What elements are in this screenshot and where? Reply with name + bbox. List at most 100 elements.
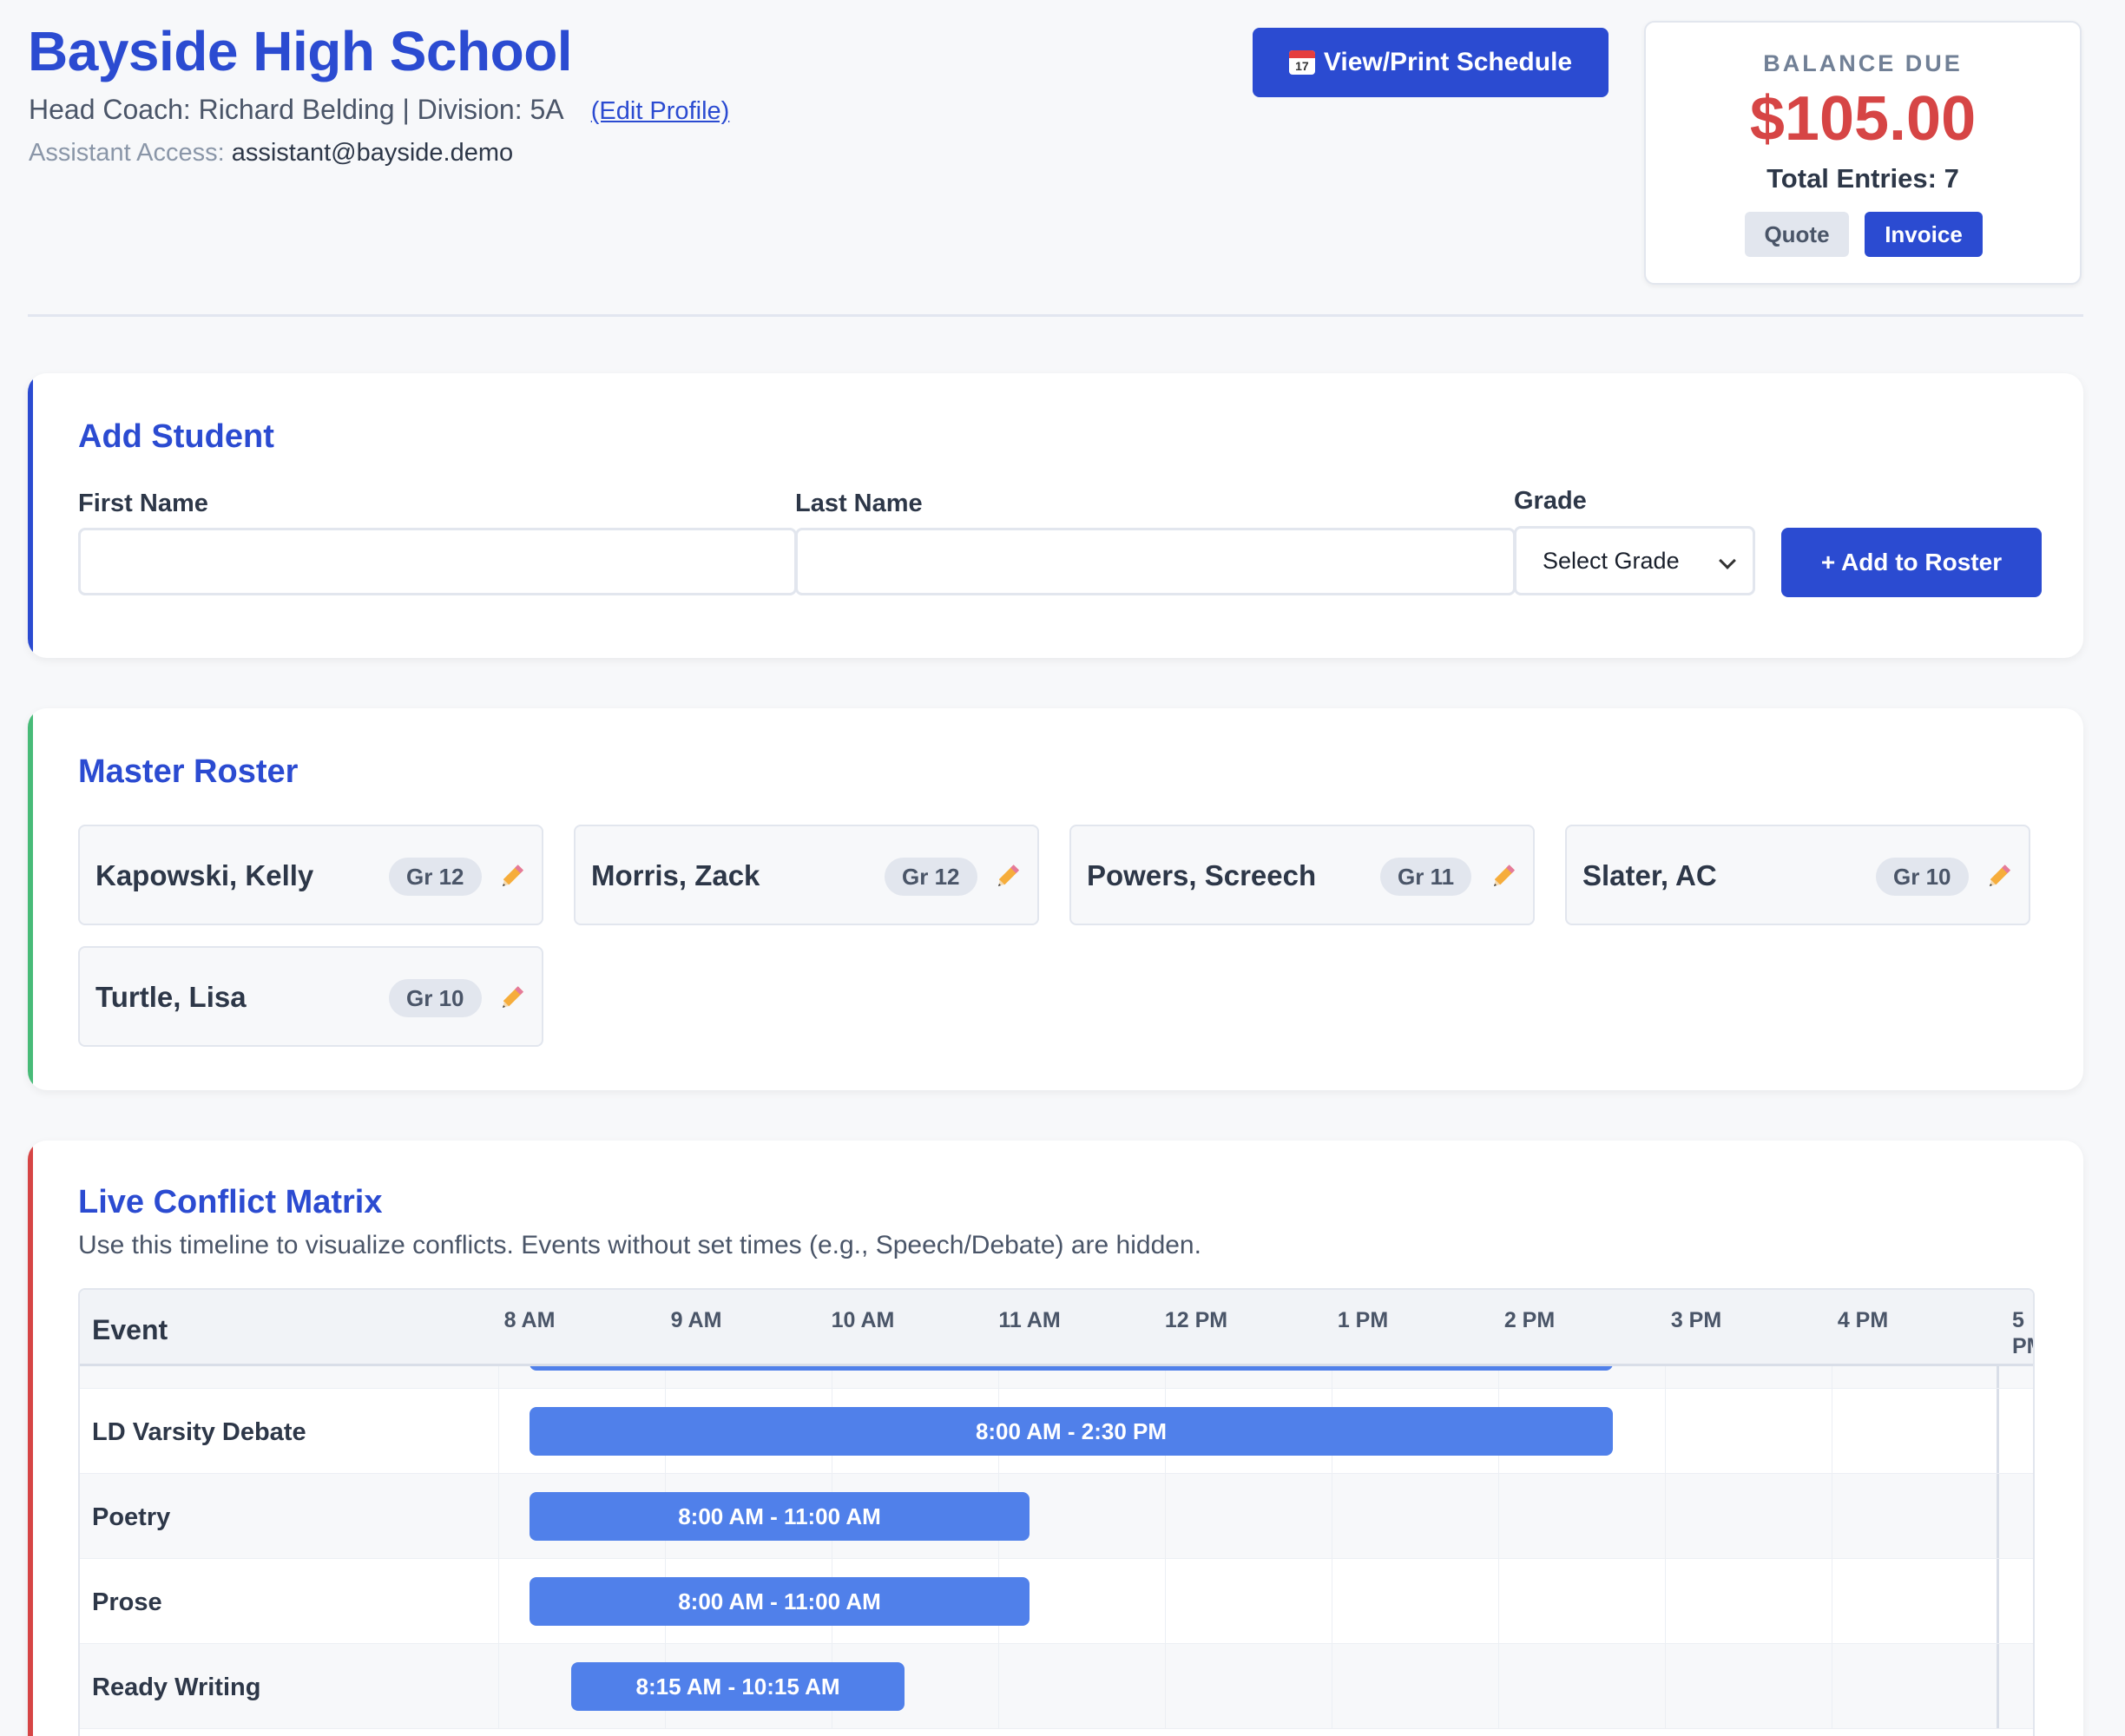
student-name: Morris, Zack — [591, 859, 760, 891]
event-time-bar[interactable]: 8:15 AM - 10:15 AM — [571, 1662, 905, 1711]
pencil-edit-icon[interactable] — [500, 984, 526, 1010]
first-name-label: First Name — [78, 490, 208, 517]
hour-label: 1 PM — [1337, 1308, 1389, 1332]
timeline-end-line — [1997, 1389, 1999, 1473]
grade-label: Grade — [1514, 487, 1587, 515]
grade-badge: Gr 12 — [389, 858, 482, 896]
first-name-input[interactable] — [78, 528, 797, 595]
hour-label: 5 PM — [2012, 1308, 2033, 1358]
timeline-row: Ready Writing 8:15 AM - 10:15 AM — [80, 1644, 2033, 1729]
grid-line — [1165, 1559, 1166, 1643]
card-accent-bar — [28, 373, 33, 658]
grid-line — [498, 1474, 499, 1558]
grid-line — [998, 1644, 999, 1728]
edit-profile-link[interactable]: (Edit Profile) — [591, 97, 730, 125]
timeline-row: LD Varsity Debate 8:00 AM - 2:30 PM — [80, 1389, 2033, 1474]
event-time-bar[interactable]: 8:00 AM - 11:00 AM — [530, 1492, 1030, 1541]
hour-label: 12 PM — [1164, 1308, 1228, 1332]
grid-line — [1665, 1389, 1666, 1473]
timeline-end-line — [1997, 1644, 1999, 1728]
grid-line — [1498, 1644, 1499, 1728]
hour-label: 4 PM — [1837, 1308, 1889, 1332]
pencil-edit-icon[interactable] — [1987, 863, 2013, 889]
balance-amount: $105.00 — [1749, 84, 1977, 154]
balance-card: BALANCE DUE $105.00 Total Entries: 7 Quo… — [1644, 21, 2082, 285]
view-print-schedule-button[interactable]: 17 View/Print Schedule — [1253, 28, 1609, 97]
coach-division-text: Head Coach: Richard Belding | Division: … — [29, 94, 562, 125]
conflict-matrix-subtitle: Use this timeline to visualize conflicts… — [78, 1231, 1201, 1259]
coach-info: Head Coach: Richard Belding | Division: … — [29, 94, 729, 126]
grid-line — [1498, 1559, 1499, 1643]
pencil-edit-icon[interactable] — [500, 863, 526, 889]
chevron-down-icon — [1719, 552, 1736, 569]
grid-line — [1498, 1474, 1499, 1558]
grid-line — [1665, 1644, 1666, 1728]
grid-line — [498, 1559, 499, 1643]
add-student-card: Add Student First Name Last Name Grade S… — [28, 373, 2083, 658]
hour-label: 11 AM — [998, 1308, 1061, 1332]
hour-label: 3 PM — [1670, 1308, 1722, 1332]
hour-label: 2 PM — [1503, 1308, 1556, 1332]
timeline-body[interactable]: LD Novice Debate8:00 AM - 2:30 PMLD Vars… — [80, 1304, 2033, 1736]
event-column-header: Event — [92, 1314, 168, 1345]
last-name-label: Last Name — [795, 490, 923, 517]
event-name: Poetry — [92, 1503, 171, 1531]
student-card[interactable]: Powers, Screech Gr 11 — [1069, 825, 1535, 925]
grid-line — [1665, 1474, 1666, 1558]
header-divider — [28, 314, 2083, 317]
student-card[interactable]: Slater, AC Gr 10 — [1565, 825, 2030, 925]
master-roster-card: Master Roster Kapowski, Kelly Gr 12 Morr… — [28, 708, 2083, 1090]
student-card[interactable]: Morris, Zack Gr 12 — [574, 825, 1039, 925]
conflict-matrix-card: Live Conflict Matrix Use this timeline t… — [28, 1141, 2083, 1736]
quote-button[interactable]: Quote — [1745, 212, 1849, 257]
pencil-edit-icon[interactable] — [1491, 863, 1517, 889]
pencil-edit-icon[interactable] — [996, 863, 1022, 889]
timeline-row: Poetry 8:00 AM - 11:00 AM — [80, 1474, 2033, 1559]
event-time-bar[interactable]: 8:00 AM - 11:00 AM — [530, 1577, 1030, 1626]
grid-line — [1665, 1559, 1666, 1643]
school-title: Bayside High School — [28, 20, 573, 82]
hour-label: 9 AM — [670, 1308, 722, 1332]
last-name-input[interactable] — [795, 528, 1516, 595]
conflict-matrix-title: Live Conflict Matrix — [78, 1184, 383, 1220]
grade-select[interactable]: Select Grade — [1514, 526, 1755, 595]
schedule-button-label: View/Print Schedule — [1323, 48, 1573, 76]
invoice-button[interactable]: Invoice — [1865, 212, 1983, 257]
timeline[interactable]: Event 8 AM 9 AM 10 AM 11 AM 12 PM 1 PM 2 PM 3 P… — [78, 1288, 2035, 1736]
total-entries: Total Entries: 7 — [1766, 163, 1959, 194]
student-name: Kapowski, Kelly — [95, 859, 314, 891]
add-student-title: Add Student — [78, 418, 274, 455]
student-card[interactable]: Kapowski, Kelly Gr 12 — [78, 825, 543, 925]
assistant-email: assistant@bayside.demo — [231, 139, 514, 167]
timeline-header: Event 8 AM 9 AM 10 AM 11 AM 12 PM 1 PM 2 PM 3 P… — [80, 1290, 2033, 1366]
calendar-icon: 17 — [1288, 50, 1315, 75]
grade-badge: Gr 10 — [1876, 858, 1969, 896]
grid-line — [498, 1389, 499, 1473]
grid-line — [1165, 1644, 1166, 1728]
grid-line — [498, 1644, 499, 1728]
master-roster-title: Master Roster — [78, 753, 299, 790]
grade-select-value: Select Grade — [1543, 547, 1680, 574]
grid-line — [1165, 1474, 1166, 1558]
event-time-bar[interactable]: 8:00 AM - 2:30 PM — [530, 1407, 1613, 1456]
assistant-access: Assistant Access: assistant@bayside.demo — [29, 139, 513, 168]
balance-label: BALANCE DUE — [1763, 50, 1963, 76]
event-name: Ready Writing — [92, 1674, 261, 1701]
student-name: Powers, Screech — [1087, 859, 1317, 891]
timeline-end-line — [1997, 1474, 1999, 1558]
event-name: LD Varsity Debate — [92, 1418, 306, 1446]
grade-badge: Gr 11 — [1380, 858, 1472, 896]
assistant-label: Assistant Access: — [29, 139, 232, 167]
calendar-icon-day: 17 — [1295, 59, 1309, 73]
card-accent-bar — [28, 708, 33, 1090]
card-accent-bar — [28, 1141, 33, 1736]
grade-badge: Gr 10 — [389, 979, 482, 1017]
student-name: Slater, AC — [1582, 859, 1717, 891]
hour-label: 10 AM — [831, 1308, 895, 1332]
student-card[interactable]: Turtle, Lisa Gr 10 — [78, 946, 543, 1047]
student-name: Turtle, Lisa — [95, 981, 247, 1013]
timeline-row: Prose 8:00 AM - 11:00 AM — [80, 1559, 2033, 1644]
add-to-roster-button[interactable]: + Add to Roster — [1781, 528, 2042, 597]
event-name: Prose — [92, 1588, 162, 1616]
hour-label: 8 AM — [503, 1308, 556, 1332]
